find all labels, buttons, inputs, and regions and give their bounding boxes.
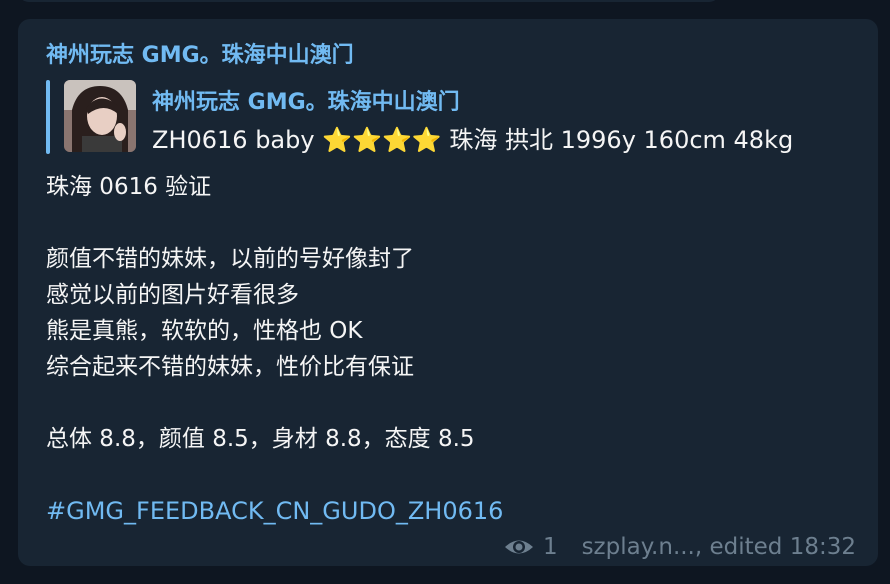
message-line: 综合起来不错的妹妹，性价比有保证 [46, 354, 414, 380]
message-line: 熊是真熊，软软的，性格也 OK [46, 318, 363, 344]
message-line: 珠海 0616 验证 [46, 174, 212, 200]
photo-thumbnail-icon [64, 80, 136, 152]
message-signature-and-time: szplay.n..., edited 18:32 [581, 534, 856, 560]
message-line: 总体 8.8，颜值 8.5，身材 8.8，态度 8.5 [46, 426, 475, 452]
message-text: 珠海 0616 验证 颜值不错的妹妹，以前的号好像封了 感觉以前的图片好看很多 … [46, 169, 846, 529]
reply-accent-bar [46, 80, 50, 154]
message-bubble[interactable]: 神州玩志 GMG。珠海中山澳门 神州玩志 GMG。珠海中山澳门 ZH0616 b… [18, 19, 878, 566]
eye-icon [504, 540, 533, 554]
message-meta: 1 szplay.n..., edited 18:32 [503, 534, 856, 560]
sender-name[interactable]: 神州玩志 GMG。珠海中山澳门 [46, 37, 354, 69]
reply-thumbnail[interactable] [64, 80, 136, 152]
reply-preview[interactable]: 神州玩志 GMG。珠海中山澳门 ZH0616 baby ⭐⭐⭐⭐ 珠海 拱北 1… [46, 80, 850, 154]
previous-message-bubble [18, 0, 720, 2]
message-line [46, 205, 846, 241]
message-line: 颜值不错的妹妹，以前的号好像封了 [46, 246, 414, 272]
message-line [46, 457, 846, 493]
reply-text: ZH0616 baby ⭐⭐⭐⭐ 珠海 拱北 1996y 160cm 48kg [152, 126, 794, 154]
message-line [46, 385, 846, 421]
message-line: 感觉以前的图片好看很多 [46, 282, 299, 308]
reply-title: 神州玩志 GMG。珠海中山澳门 [152, 90, 460, 115]
view-count: 1 [542, 534, 558, 560]
hashtag-link[interactable]: #GMG_FEEDBACK_CN_GUDO_ZH0616 [46, 493, 846, 529]
